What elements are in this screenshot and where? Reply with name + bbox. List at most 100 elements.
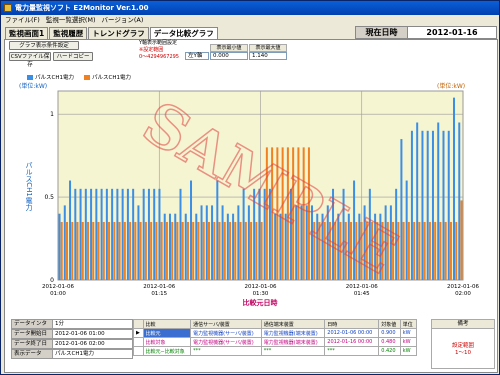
title-bar: 電力量監視ソフト E2Monitor Ver.1.00	[1, 1, 499, 15]
row-name: 比較対象	[142, 337, 192, 347]
bar-series-2	[202, 221, 205, 280]
bar-series-1	[410, 130, 413, 280]
table-header: 通信サーバ/装置	[190, 319, 262, 329]
bar-series-1	[237, 205, 240, 280]
bar-series-2	[244, 221, 247, 280]
bar-series-1	[453, 97, 456, 280]
compare-panel: グラフ表示条件設定 CSVファイル保存 ハードコピー Y軸表示範囲設定 ※設定範…	[4, 39, 498, 373]
bar-series-2	[413, 221, 416, 280]
bar-series-2	[150, 221, 153, 280]
bar-series-2	[92, 221, 95, 280]
table-row[interactable]: ▶ 比較元 電力監視機器(サーバ/装置) 電力監視機器(端末装置) 2012-0…	[133, 328, 418, 338]
x-tick-label: 2012-01-06	[143, 284, 175, 290]
y-tick-label: 1	[50, 111, 54, 118]
bar-series-1	[190, 180, 193, 280]
x-tick-label: 2012-01-06	[447, 284, 479, 290]
bar-series-1	[442, 130, 445, 280]
info-row: データ開始日時2012-01-06 01:00	[11, 329, 133, 346]
menu-monitor-list[interactable]: 監視一覧選択(M)	[46, 15, 96, 26]
bar-series-2	[97, 221, 100, 280]
row-server: ***	[190, 346, 262, 356]
bar-series-1	[111, 188, 114, 280]
bar-series-1	[158, 188, 161, 280]
menu-version[interactable]: バージョン(A)	[102, 15, 144, 26]
bar-series-1	[431, 130, 434, 280]
bar-series-1	[95, 188, 98, 280]
row-datetime: ***	[324, 346, 380, 356]
row-value: 0.480	[378, 337, 401, 347]
bar-series-2	[460, 200, 463, 280]
y-tick-label: 0	[50, 277, 54, 284]
x-tick-label: 01:45	[354, 291, 370, 297]
clock-label: 現在日時	[356, 27, 408, 38]
bar-series-2	[139, 221, 142, 280]
bar-series-1	[137, 205, 140, 280]
bar-series-1	[200, 205, 203, 280]
x-tick-label: 01:00	[50, 291, 66, 297]
table-row[interactable]: 比較対象 電力監視機器(サーバ/装置) 電力監視機器(端末装置) 2012-01…	[133, 337, 418, 347]
remarks-header: 備考	[432, 320, 494, 329]
bar-series-1	[447, 130, 450, 280]
y-axis-title: パルスCH1電力	[25, 161, 33, 212]
bar-series-2	[160, 221, 163, 280]
bar-series-2	[418, 221, 421, 280]
bar-series-1	[247, 205, 250, 280]
bar-series-2	[423, 221, 426, 280]
tab-trend[interactable]: トレンドグラフ	[88, 27, 149, 39]
bar-series-1	[226, 213, 229, 280]
menu-file[interactable]: ファイル(F)	[5, 15, 40, 26]
bar-series-2	[87, 221, 90, 280]
right-unit-label: (単位:kW)	[437, 82, 465, 90]
tab-monitor-1[interactable]: 監視画面1	[5, 27, 49, 39]
bar-series-2	[207, 221, 210, 280]
row-marker: ▶	[133, 328, 144, 338]
bar-series-2	[171, 221, 174, 280]
x-axis-title: 比較元日時	[243, 298, 278, 307]
bar-series-1	[400, 139, 403, 280]
bar-series-1	[58, 213, 61, 280]
bar-series-2	[239, 221, 242, 280]
bar-series-2	[65, 221, 68, 280]
bar-series-2	[428, 221, 431, 280]
clock: 現在日時 2012-01-16 15:43:38	[355, 26, 497, 49]
bar-series-2	[213, 221, 216, 280]
bar-series-2	[76, 221, 79, 280]
bar-series-2	[108, 221, 111, 280]
info-key: 表示データ	[11, 349, 53, 359]
table-header: 単位	[399, 319, 418, 329]
tab-history[interactable]: 監視履歴	[49, 27, 88, 39]
display-data-select[interactable]: パルスCH1電力	[53, 349, 133, 359]
clock-value: 2012-01-16 15:43:38	[408, 27, 496, 49]
window-title: 電力量監視ソフト E2Monitor Ver.1.00	[15, 4, 149, 12]
bar-series-1	[63, 205, 66, 280]
bar-series-1	[205, 205, 208, 280]
row-name: 比較元−比較対象	[142, 346, 192, 356]
bar-series-2	[444, 221, 447, 280]
remarks-text: 設定範囲 1〜10	[432, 343, 494, 357]
bar-series-1	[437, 122, 440, 280]
x-tick-label: 01:30	[253, 291, 269, 297]
bar-series-1	[105, 188, 108, 280]
app-icon	[4, 4, 12, 12]
row-value: 0.900	[378, 328, 401, 338]
bar-series-1	[90, 188, 93, 280]
bar-series-2	[123, 221, 126, 280]
bar-series-2	[155, 221, 158, 280]
bar-series-2	[113, 221, 116, 280]
bar-series-2	[250, 221, 253, 280]
compare-chart: SAMPLE (単位:kW) (単位:kW) 00.51 2012-01-060…	[19, 82, 479, 307]
bar-series-1	[426, 130, 429, 280]
bar-series-2	[218, 221, 221, 280]
row-unit: kW	[399, 328, 418, 338]
bar-series-1	[100, 188, 103, 280]
bar-series-1	[168, 213, 171, 280]
bar-series-2	[439, 221, 442, 280]
bar-series-1	[147, 188, 150, 280]
compare-table: 比較 通信サーバ/装置 通信端末装置 日時 対象値 単位 ▶ 比較元 電力監視機…	[133, 319, 418, 356]
x-tick-label: 2012-01-06	[245, 284, 277, 290]
bar-series-2	[186, 221, 189, 280]
table-row[interactable]: 比較元−比較対象 *** *** *** 0.420 kW	[133, 346, 418, 356]
bar-series-2	[260, 221, 263, 280]
bar-series-2	[144, 221, 147, 280]
row-name: 比較元	[142, 328, 192, 338]
